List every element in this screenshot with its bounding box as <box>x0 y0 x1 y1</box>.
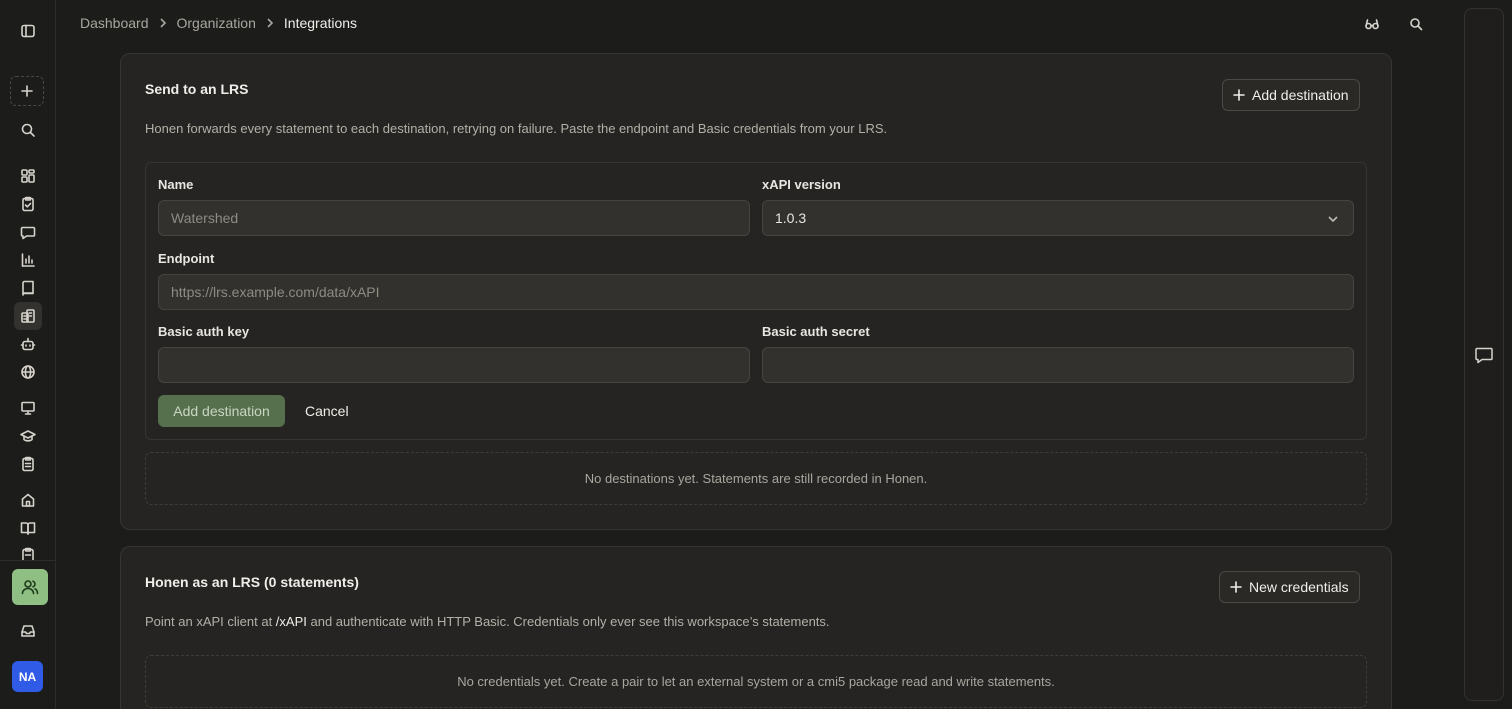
book-open-icon[interactable] <box>14 514 42 542</box>
name-input[interactable]: Watershed <box>158 200 750 236</box>
new-credentials-button[interactable]: New credentials <box>1219 571 1360 603</box>
xapi-version-label: xAPI version <box>762 177 841 192</box>
destinations-empty-state: No destinations yet. Statements are stil… <box>145 452 1367 505</box>
endpoint-input[interactable]: https://lrs.example.com/data/xAPI <box>158 274 1354 310</box>
card-title: Honen as an LRS (0 statements) <box>145 574 359 590</box>
plus-icon <box>21 85 33 97</box>
users-button[interactable] <box>12 569 48 605</box>
building-icon[interactable] <box>14 302 42 330</box>
panel-toggle-icon[interactable] <box>14 17 42 45</box>
xapi-version-select[interactable]: 1.0.3 <box>762 200 1354 236</box>
globe-icon[interactable] <box>14 358 42 386</box>
cancel-button[interactable]: Cancel <box>305 403 349 419</box>
presentation-icon[interactable] <box>14 394 42 422</box>
card-description: Point an xAPI client at /xAPI and authen… <box>145 614 830 629</box>
right-panel <box>1464 8 1504 701</box>
message-icon[interactable] <box>14 218 42 246</box>
auth-secret-input[interactable] <box>762 347 1354 383</box>
bar-chart-icon[interactable] <box>14 246 42 274</box>
name-label: Name <box>158 177 194 192</box>
xapi-path: /xAPI <box>275 614 307 629</box>
endpoint-placeholder: https://lrs.example.com/data/xAPI <box>171 284 380 300</box>
plus-icon <box>1230 581 1242 593</box>
new-credentials-label: New credentials <box>1249 579 1349 595</box>
new-button[interactable] <box>10 76 44 106</box>
breadcrumb-current: Integrations <box>283 15 358 31</box>
users-icon <box>21 580 39 595</box>
card-title: Send to an LRS <box>145 81 249 97</box>
graduation-cap-icon[interactable] <box>14 422 42 450</box>
clipboard-check-icon[interactable] <box>14 190 42 218</box>
honen-lrs-card: Honen as an LRS (0 statements) New crede… <box>120 546 1392 709</box>
credentials-empty-state: No credentials yet. Create a pair to let… <box>145 655 1367 708</box>
sidebar-divider <box>0 560 55 561</box>
submit-destination-button[interactable]: Add destination <box>158 395 285 427</box>
name-placeholder: Watershed <box>171 210 239 226</box>
send-to-lrs-card: Send to an LRS Add destination Honen for… <box>120 53 1392 530</box>
bot-icon[interactable] <box>14 330 42 358</box>
destination-form: Name Watershed xAPI version 1.0.3 Endpoi… <box>145 162 1367 440</box>
auth-secret-label: Basic auth secret <box>762 324 870 339</box>
search-icon[interactable] <box>1406 14 1426 34</box>
book-icon[interactable] <box>14 274 42 302</box>
card-description: Honen forwards every statement to each d… <box>145 121 888 136</box>
avatar[interactable]: NA <box>12 661 43 692</box>
description-text: Point an xAPI client at <box>145 614 276 629</box>
description-text: and authenticate with HTTP Basic. Creden… <box>306 614 830 629</box>
add-destination-label: Add destination <box>1252 87 1349 103</box>
endpoint-label: Endpoint <box>158 251 215 266</box>
auth-key-label: Basic auth key <box>158 324 250 339</box>
breadcrumb-dashboard[interactable]: Dashboard <box>80 15 149 31</box>
xapi-version-value: 1.0.3 <box>775 210 807 226</box>
chevron-right-icon <box>159 18 166 28</box>
search-icon[interactable] <box>14 116 42 144</box>
chevron-down-icon <box>1328 216 1338 223</box>
plus-icon <box>1233 89 1245 101</box>
sidebar: NA <box>0 0 56 709</box>
inbox-icon[interactable] <box>14 617 42 645</box>
clipboard-icon[interactable] <box>14 542 42 560</box>
home-icon[interactable] <box>14 486 42 514</box>
breadcrumb: Dashboard Organization Integrations <box>80 15 357 31</box>
clipboard-list-icon[interactable] <box>14 450 42 478</box>
auth-key-input[interactable] <box>158 347 750 383</box>
chat-icon[interactable] <box>1474 345 1494 365</box>
dashboard-icon[interactable] <box>14 162 42 190</box>
breadcrumb-organization[interactable]: Organization <box>177 15 256 31</box>
glasses-icon[interactable] <box>1362 14 1382 34</box>
chevron-right-icon <box>267 18 274 28</box>
add-destination-button[interactable]: Add destination <box>1222 79 1360 111</box>
